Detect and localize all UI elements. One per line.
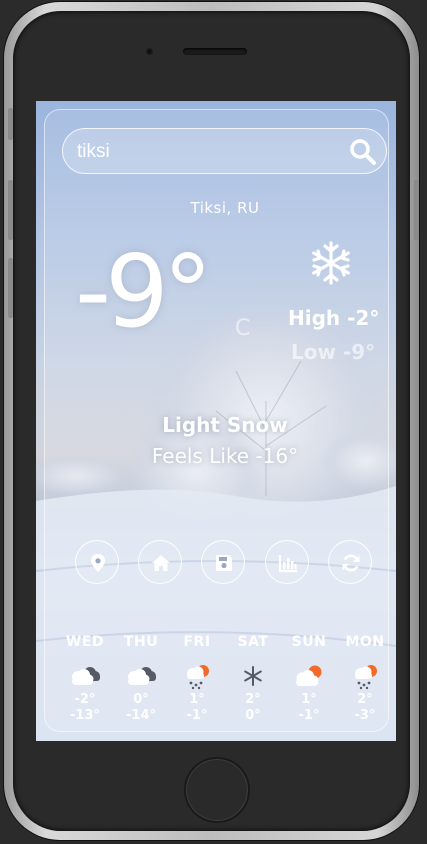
temperature-unit: C — [235, 316, 251, 341]
forecast-low: -3° — [354, 708, 376, 723]
snow-sun-cloud-icon — [187, 665, 209, 690]
forecast-low: -14° — [126, 708, 156, 723]
side-button-power — [414, 180, 419, 240]
high-temperature: High -2° — [288, 306, 380, 330]
save-button[interactable] — [201, 540, 245, 584]
forecast-day-name: THU — [123, 634, 159, 650]
forecast-low: -13° — [70, 708, 100, 723]
search-input[interactable] — [75, 139, 339, 165]
snow-sun-cloud-icon — [355, 665, 377, 690]
side-button-volume-down — [8, 258, 13, 318]
front-camera — [146, 48, 153, 55]
location-pin-icon — [91, 554, 105, 572]
stats-button[interactable] — [265, 540, 309, 584]
home-location-button[interactable] — [138, 540, 182, 584]
forecast-day-name: WED — [65, 634, 105, 650]
forecast-high: 0° — [133, 692, 149, 707]
forecast-day-name: MON — [345, 634, 385, 650]
side-button-mute — [8, 108, 13, 140]
forecast-high: 1° — [189, 692, 205, 707]
cloudy-icon — [128, 667, 156, 685]
refresh-button[interactable] — [328, 540, 372, 584]
forecast-low: -1° — [298, 708, 320, 723]
search-button[interactable] — [349, 138, 377, 166]
search-icon — [350, 139, 376, 165]
chart-icon — [278, 555, 297, 573]
forecast-day: FRI 1° -1° — [169, 634, 225, 724]
location-label: Tiksi, RU — [190, 199, 260, 217]
forecast-day: THU 0° -14° — [113, 634, 169, 724]
home-button[interactable] — [184, 757, 250, 823]
forecast-strip: WED -2° -13° THU 0° -14° FRI 1° -1° SAT … — [57, 634, 393, 738]
forecast-day: MON 2° -3° — [337, 634, 393, 724]
cloudy-icon — [72, 667, 100, 685]
low-temperature: Low -9° — [291, 340, 376, 364]
weather-card: Tiksi, RU -9° C High -2° Low -9° Light S… — [44, 109, 389, 732]
snowflake-icon — [312, 241, 350, 285]
partly-cloudy-icon — [296, 665, 322, 686]
forecast-day-name: FRI — [183, 634, 211, 650]
forecast-day-name: SUN — [291, 634, 327, 650]
earpiece-speaker — [183, 48, 247, 55]
forecast-day-name: SAT — [237, 634, 269, 650]
forecast-day: SUN 1° -1° — [281, 634, 337, 724]
save-icon — [216, 555, 232, 571]
feels-like: Feels Like -16° — [151, 444, 299, 468]
refresh-icon — [342, 554, 360, 572]
action-buttons — [75, 540, 375, 586]
forecast-high: 2° — [245, 692, 261, 707]
snowflake-icon — [244, 666, 262, 686]
weather-description: Light Snow — [162, 413, 288, 437]
forecast-day: WED -2° -13° — [57, 634, 113, 724]
app-screen: Tiksi, RU -9° C High -2° Low -9° Light S… — [36, 101, 396, 741]
search-bar — [62, 128, 387, 174]
current-temperature: -9° — [75, 233, 213, 350]
forecast-high: -2° — [74, 692, 96, 707]
side-button-volume-up — [8, 180, 13, 240]
forecast-high: 2° — [357, 692, 373, 707]
forecast-day: SAT 2° 0° — [225, 634, 281, 724]
forecast-low: 0° — [245, 708, 261, 723]
location-button[interactable] — [75, 540, 119, 584]
forecast-high: 1° — [301, 692, 317, 707]
home-icon — [152, 555, 170, 571]
forecast-low: -1° — [186, 708, 208, 723]
